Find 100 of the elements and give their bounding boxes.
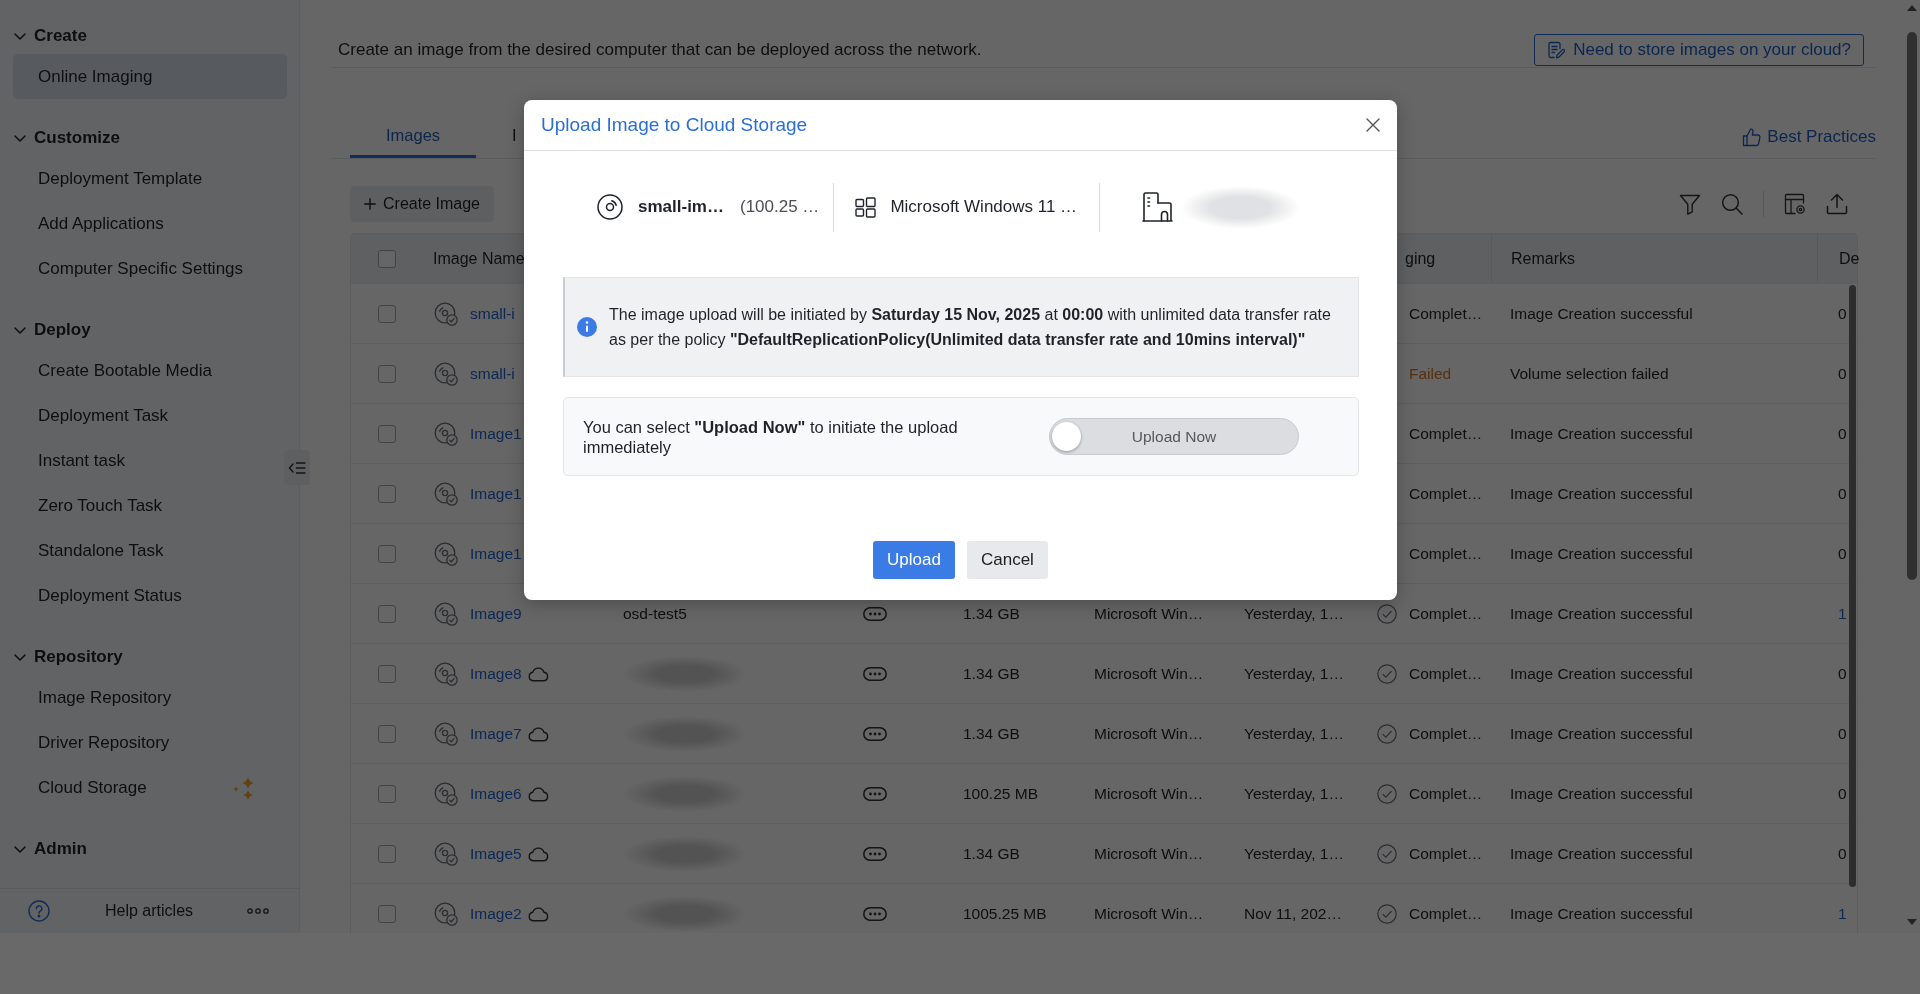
sidebar-item[interactable]: Driver Repository xyxy=(13,720,287,765)
caret-down-icon[interactable] xyxy=(1907,919,1917,925)
disc-icon xyxy=(434,361,458,386)
sidebar-item[interactable]: Instant task xyxy=(13,438,287,483)
status-text: Complet… xyxy=(1409,484,1483,503)
status-text: Complet… xyxy=(1409,604,1483,623)
image-name-link[interactable]: Image1 xyxy=(470,544,522,563)
filter-icon[interactable] xyxy=(1679,193,1701,215)
sidebar-item[interactable]: Add Applications xyxy=(13,201,287,246)
sidebar-section-header[interactable]: Admin xyxy=(13,831,87,867)
checkbox[interactable] xyxy=(378,249,396,268)
scrollbar-thumb[interactable] xyxy=(1907,32,1917,580)
checkbox[interactable] xyxy=(378,664,396,683)
image-name-link[interactable]: Image8 xyxy=(470,664,522,683)
best-practices-link[interactable]: Best Practices xyxy=(1742,115,1876,158)
os-text: Microsoft Win… xyxy=(1094,844,1204,863)
tab[interactable]: Images xyxy=(350,115,477,158)
sidebar-section-header[interactable]: Deploy xyxy=(13,312,91,348)
checkbox[interactable] xyxy=(378,604,396,623)
dialog-title: Upload Image to Cloud Storage xyxy=(541,114,808,136)
image-name-link[interactable]: Image6 xyxy=(470,784,522,803)
image-name-link[interactable]: Image7 xyxy=(470,724,522,743)
checkbox[interactable] xyxy=(378,364,396,383)
date-text: Yesterday, 1… xyxy=(1244,784,1344,803)
dialog-button[interactable]: Upload xyxy=(873,541,955,579)
note-pencil-icon xyxy=(1547,40,1566,59)
checkbox[interactable] xyxy=(378,424,396,443)
size-text: 1.34 GB xyxy=(963,604,1020,623)
count-link[interactable]: 1 xyxy=(1838,604,1847,623)
disc-icon xyxy=(434,421,458,446)
sidebar-item[interactable]: Deployment Task xyxy=(13,393,287,438)
checkbox[interactable] xyxy=(378,304,396,323)
image-name-link[interactable]: Image1 xyxy=(470,484,522,503)
disc-icon xyxy=(434,781,458,806)
checkbox[interactable] xyxy=(378,904,396,923)
checkbox[interactable] xyxy=(378,724,396,743)
scrollbar-thumb[interactable] xyxy=(1849,285,1856,887)
remarks-text: Image Creation successful xyxy=(1510,544,1693,563)
checkbox[interactable] xyxy=(378,544,396,563)
search-icon[interactable] xyxy=(1721,193,1743,215)
close-icon[interactable] xyxy=(1366,118,1380,132)
remarks-text: Image Creation successful xyxy=(1510,724,1693,743)
checkbox[interactable] xyxy=(378,844,396,863)
count-link[interactable]: 1 xyxy=(1838,904,1847,923)
size-text: 1.34 GB xyxy=(963,844,1020,863)
count-text: 0 xyxy=(1838,664,1847,683)
disc-icon xyxy=(434,481,458,506)
upload-now-toggle[interactable]: Upload Now xyxy=(1049,418,1299,455)
sidebar-item[interactable]: Cloud Storage xyxy=(13,765,287,810)
sidebar-section-header[interactable]: Create xyxy=(13,18,87,54)
sidebar-section-header[interactable]: Customize xyxy=(13,120,120,156)
sidebar-item[interactable]: Image Repository xyxy=(13,675,287,720)
remarks-text: Volume selection failed xyxy=(1510,364,1669,383)
sidebar-item[interactable]: Deployment Status xyxy=(13,573,287,618)
status-text: Complet… xyxy=(1409,784,1483,803)
sidebar-item[interactable]: Online Imaging xyxy=(13,54,287,99)
remarks-text: Image Creation successful xyxy=(1510,784,1693,803)
page-description: Create an image from the desired computer that can be deployed across the network. xyxy=(337,39,982,60)
collapse-icon[interactable] xyxy=(288,460,306,475)
disc-icon xyxy=(434,541,458,566)
create-image-button[interactable]: Create Image xyxy=(350,186,494,222)
more-icon[interactable] xyxy=(863,846,887,861)
column-header: De xyxy=(1839,249,1860,268)
image-name-link[interactable]: Image9 xyxy=(470,604,522,623)
image-name-link[interactable]: Image2 xyxy=(470,904,522,923)
image-name-link[interactable]: small-i xyxy=(470,364,515,383)
remarks-text: Image Creation successful xyxy=(1510,664,1693,683)
plus-icon xyxy=(364,198,376,210)
sidebar-section-header[interactable]: Repository xyxy=(13,639,123,675)
image-name-link[interactable]: Image5 xyxy=(470,844,522,863)
sidebar-item[interactable]: Create Bootable Media xyxy=(13,348,287,393)
image-name-link[interactable]: Image1 xyxy=(470,424,522,443)
store-images-button[interactable]: Need to store images on your cloud? xyxy=(1534,33,1864,66)
sidebar-item[interactable]: Deployment Template xyxy=(13,156,287,201)
remarks-text: Image Creation successful xyxy=(1510,424,1693,443)
image-name-link[interactable]: small-i xyxy=(470,304,515,323)
image-size-text: (100.25 … xyxy=(740,197,820,217)
table-settings-icon[interactable] xyxy=(1784,193,1806,215)
dialog-button[interactable]: Cancel xyxy=(966,541,1048,579)
sidebar-item[interactable]: Computer Specific Settings xyxy=(13,246,287,291)
upload-icon[interactable] xyxy=(1826,193,1848,215)
count-text: 0 xyxy=(1838,844,1847,863)
more-icon[interactable] xyxy=(863,666,887,681)
sidebar-item[interactable]: Zero Touch Task xyxy=(13,483,287,528)
checkbox[interactable] xyxy=(378,784,396,803)
status-text: Complet… xyxy=(1409,304,1483,323)
more-icon[interactable] xyxy=(247,908,269,914)
sidebar-item[interactable]: Standalone Task xyxy=(13,528,287,573)
more-icon[interactable] xyxy=(863,726,887,741)
remarks-text: Image Creation successful xyxy=(1510,844,1693,863)
help-icon[interactable] xyxy=(28,900,50,922)
more-icon[interactable] xyxy=(863,786,887,801)
more-icon[interactable] xyxy=(863,606,887,621)
help-articles-link[interactable]: Help articles xyxy=(105,902,194,920)
collapse-sidebar-button[interactable] xyxy=(284,450,310,485)
size-text: 1.34 GB xyxy=(963,724,1020,743)
os-text: Microsoft Win… xyxy=(1094,724,1204,743)
caret-up-icon[interactable] xyxy=(1907,5,1917,11)
checkbox[interactable] xyxy=(378,484,396,503)
more-icon[interactable] xyxy=(863,906,887,921)
